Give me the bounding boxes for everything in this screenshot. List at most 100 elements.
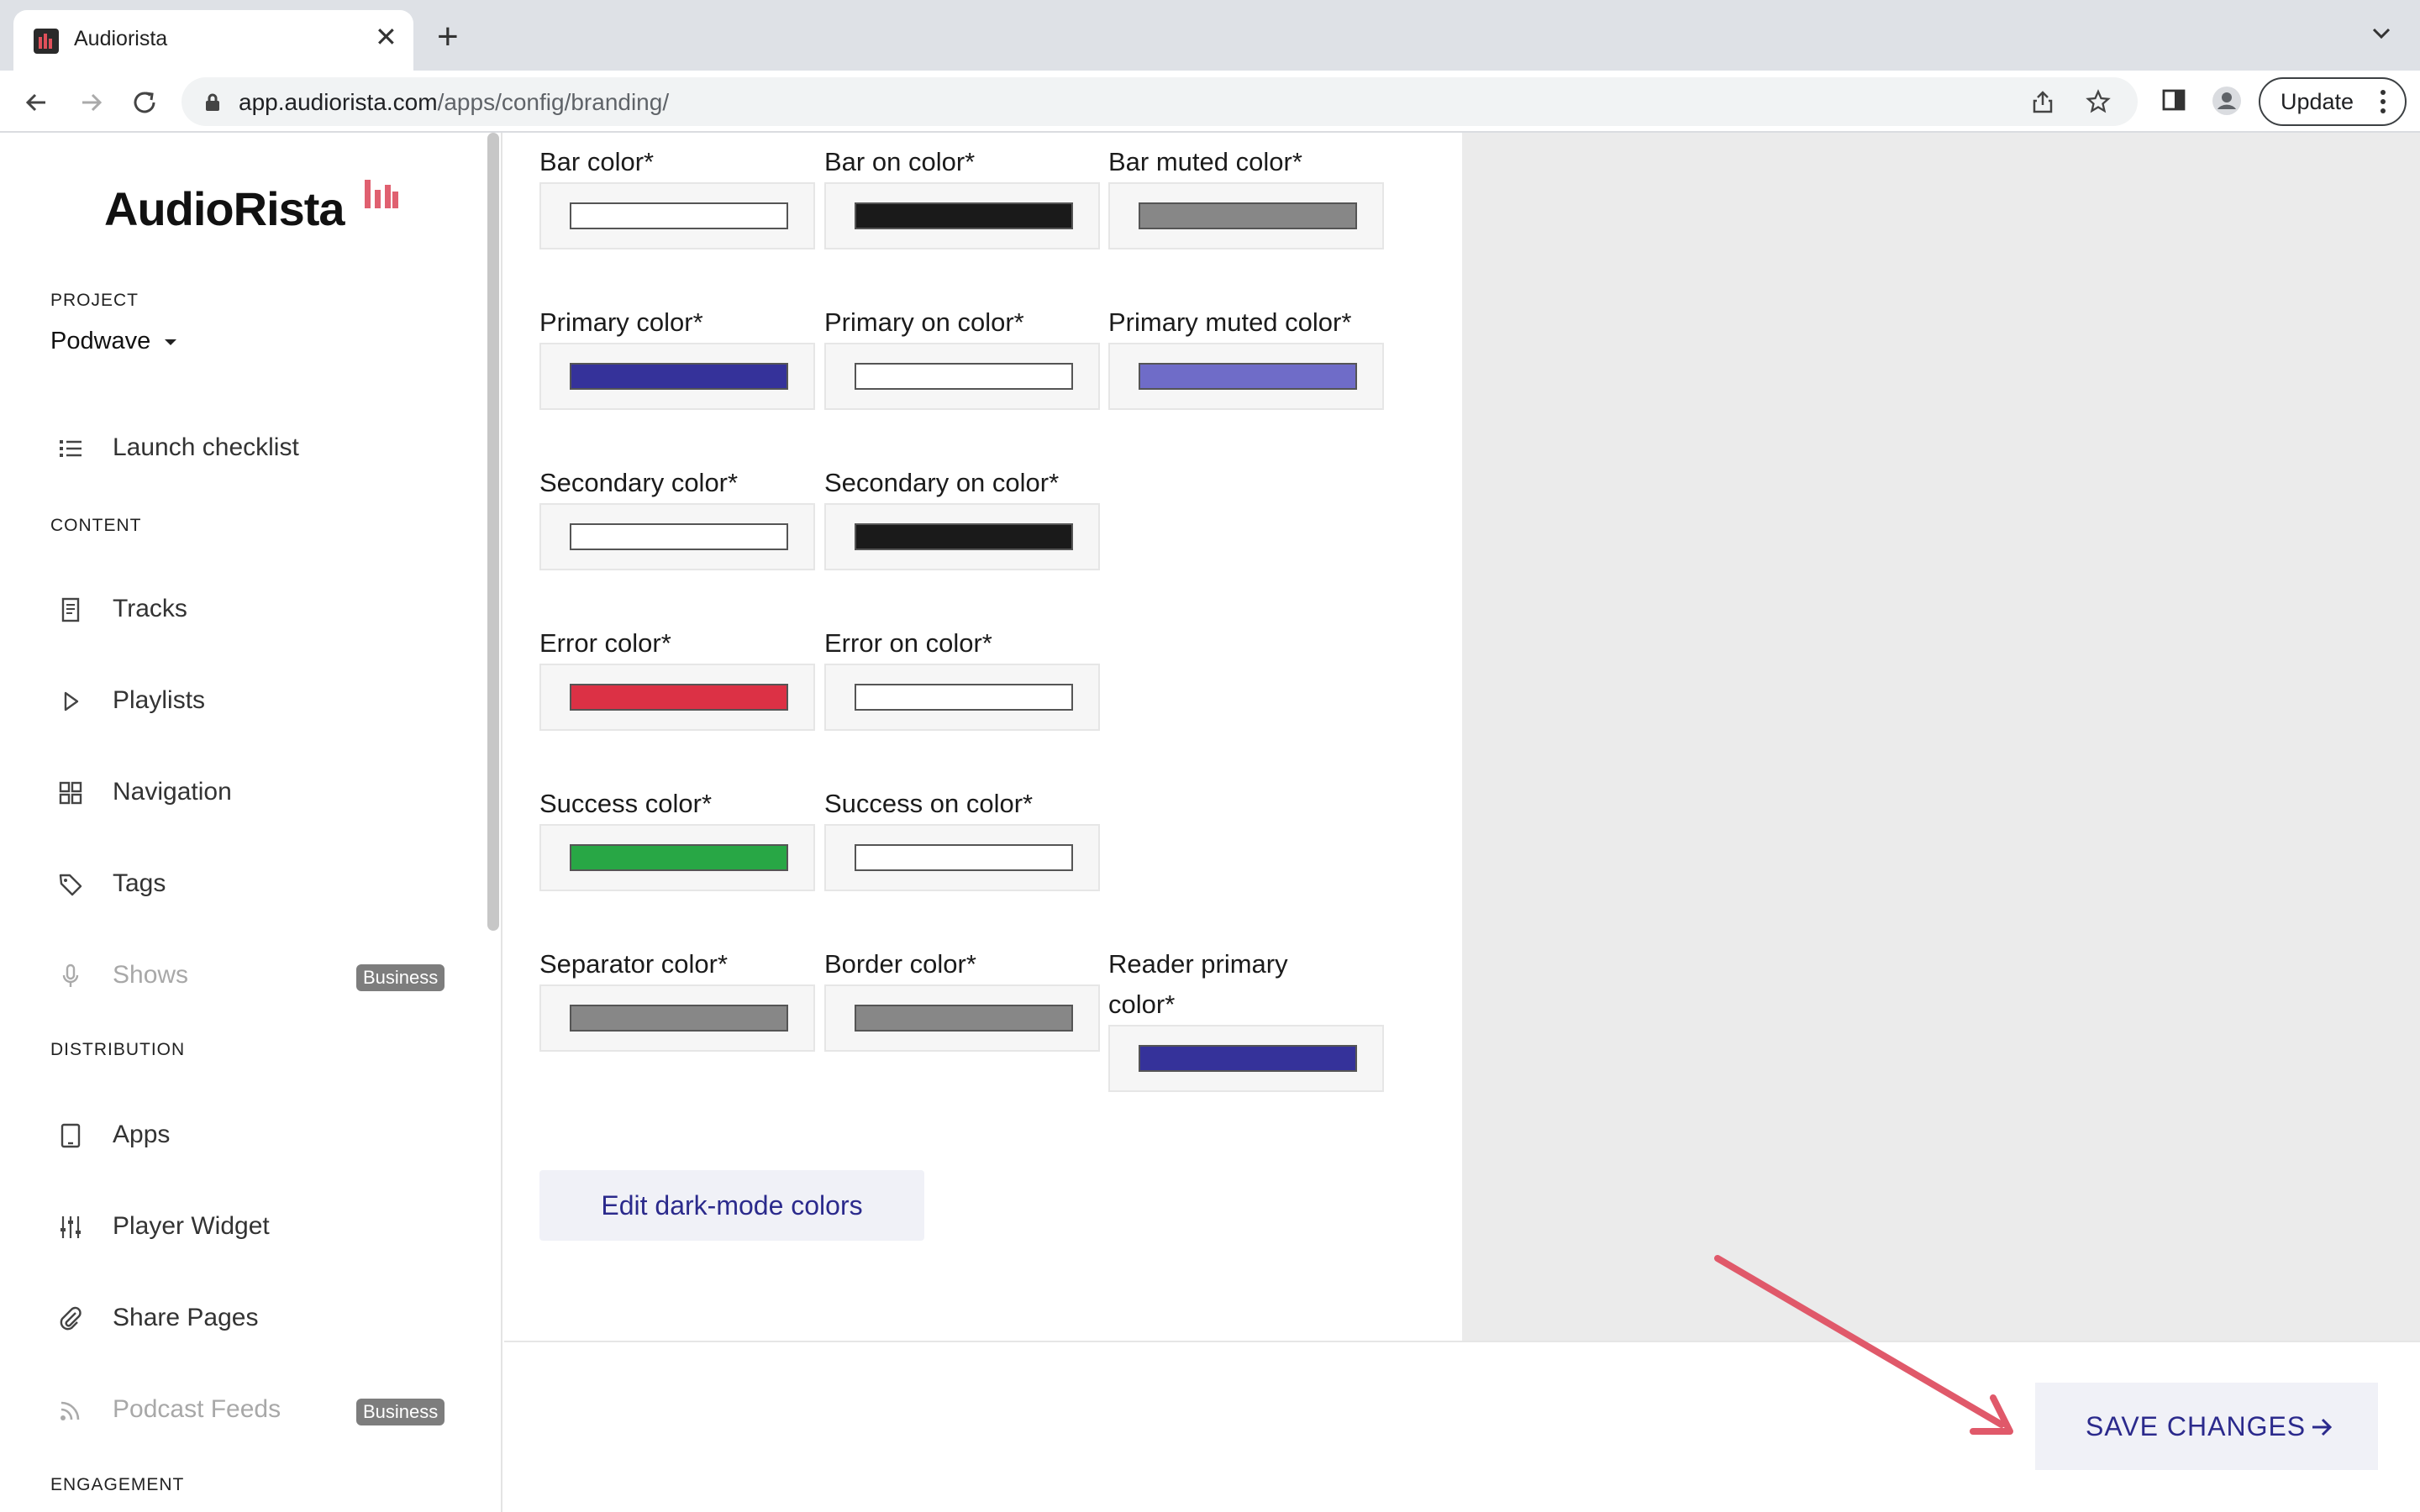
browser-toolbar: app.audiorista.com/apps/config/branding/… — [0, 71, 2420, 133]
separator-color-picker[interactable] — [539, 984, 815, 1052]
arrow-right-icon — [2312, 1418, 2333, 1436]
error-on-color-picker[interactable] — [824, 664, 1100, 731]
microphone-icon — [62, 963, 79, 987]
edit-dark-mode-colors-button[interactable]: Edit dark-mode colors — [539, 1170, 924, 1241]
sidebar-scrollbar[interactable] — [487, 133, 499, 931]
secondary-on-color-picker[interactable] — [824, 503, 1100, 570]
sidebar-item-shows[interactable]: Shows Business — [0, 946, 487, 1005]
bookmark-star-icon[interactable] — [2086, 89, 2111, 114]
sidebar-item-podcast-feeds[interactable]: Podcast Feeds Business — [0, 1380, 487, 1439]
field-label: Bar color* — [539, 147, 655, 176]
url-path: /apps/config/branding/ — [437, 89, 670, 115]
secondary-on-color-field: Secondary on color* — [824, 463, 1102, 570]
success-color-field: Success color* — [539, 784, 817, 891]
bar-color-field: Bar color* — [539, 142, 817, 249]
update-button[interactable]: Update — [2259, 77, 2407, 126]
forward-arrow-icon[interactable] — [74, 86, 108, 119]
success-on-color-picker[interactable] — [824, 824, 1100, 891]
sidebar-item-tags[interactable]: Tags — [0, 854, 487, 913]
success-color-picker[interactable] — [539, 824, 815, 891]
save-changes-label: SAVE CHANGES — [2086, 1410, 2307, 1441]
bar-on-color-field: Bar on color* — [824, 142, 1102, 249]
distribution-section-label: DISTRIBUTION — [50, 1040, 186, 1059]
field-label: Success color* — [539, 789, 713, 818]
field-label: Bar muted color* — [1108, 147, 1302, 176]
tag-icon — [59, 874, 82, 896]
field-label: Primary on color* — [824, 307, 1024, 337]
side-panel-icon[interactable] — [2161, 87, 2186, 113]
color-swatch — [570, 523, 788, 550]
browser-tab[interactable]: Audiorista ✕ — [13, 10, 413, 71]
reader-primary-color-field: Reader primary color* — [1108, 944, 1384, 1092]
color-swatch — [1139, 1045, 1357, 1072]
color-swatch — [855, 363, 1073, 390]
browser-tabstrip: Audiorista ✕ + — [0, 0, 2420, 71]
reader-primary-color-picker[interactable] — [1108, 1025, 1384, 1092]
sidebar-item-tracks[interactable]: Tracks — [0, 580, 487, 638]
sidebar-item-apps[interactable]: Apps — [0, 1105, 487, 1164]
sidebar-item-label: Tags — [113, 869, 166, 897]
tablet-icon — [60, 1123, 81, 1148]
primary-on-color-picker[interactable] — [824, 343, 1100, 410]
profile-avatar-icon[interactable] — [2212, 86, 2242, 116]
sidebar-item-label: Share Pages — [113, 1304, 259, 1331]
separator-color-field: Separator color* — [539, 944, 817, 1052]
field-label: Primary muted color* — [1108, 307, 1352, 337]
error-color-field: Error color* — [539, 623, 817, 731]
reload-icon[interactable] — [128, 86, 161, 119]
paperclip-icon — [60, 1306, 82, 1331]
color-swatch — [570, 363, 788, 390]
sidebar-item-playlists[interactable]: Playlists — [0, 671, 487, 730]
primary-color-picker[interactable] — [539, 343, 815, 410]
color-swatch — [570, 1005, 788, 1032]
share-icon[interactable] — [2030, 89, 2055, 114]
field-label: Border color* — [824, 949, 976, 979]
primary-muted-color-picker[interactable] — [1108, 343, 1384, 410]
sidebar-item-label: Tracks — [113, 595, 187, 622]
sidebar-item-label: Apps — [113, 1121, 171, 1148]
audiorista-logo[interactable]: AudioRista — [104, 181, 345, 236]
tab-title: Audiorista — [74, 27, 168, 50]
sliders-icon — [60, 1216, 81, 1238]
error-on-color-field: Error on color* — [824, 623, 1102, 731]
border-color-picker[interactable] — [824, 984, 1100, 1052]
field-label: Secondary color* — [539, 468, 739, 497]
back-arrow-icon[interactable] — [20, 86, 54, 119]
field-label: Bar on color* — [824, 147, 976, 176]
new-tab-button[interactable]: + — [437, 18, 459, 55]
address-bar[interactable]: app.audiorista.com/apps/config/branding/ — [182, 77, 2138, 126]
bar-muted-color-picker[interactable] — [1108, 182, 1384, 249]
color-swatch — [855, 1005, 1073, 1032]
sidebar-item-label: Player Widget — [113, 1212, 270, 1240]
sidebar-item-navigation[interactable]: Navigation — [0, 763, 487, 822]
field-label: Separator color* — [539, 949, 729, 979]
bar-color-picker[interactable] — [539, 182, 815, 249]
color-swatch — [1139, 202, 1357, 229]
secondary-color-picker[interactable] — [539, 503, 815, 570]
grid-icon — [59, 781, 82, 805]
document-icon — [61, 597, 80, 622]
color-swatch — [570, 684, 788, 711]
color-swatch — [570, 844, 788, 871]
color-swatch — [855, 523, 1073, 550]
sidebar-item-launch-checklist[interactable]: Launch checklist — [0, 418, 487, 477]
logo-bars-icon — [365, 180, 398, 208]
tab-close-icon[interactable]: ✕ — [375, 24, 397, 50]
business-badge: Business — [356, 964, 445, 991]
sidebar-item-label: Podcast Feeds — [113, 1395, 281, 1423]
error-color-picker[interactable] — [539, 664, 815, 731]
bar-on-color-picker[interactable] — [824, 182, 1100, 249]
bar-muted-color-field: Bar muted color* — [1108, 142, 1386, 249]
field-label: Error on color* — [824, 628, 992, 658]
primary-muted-color-field: Primary muted color* — [1108, 302, 1386, 410]
engagement-section-label: ENGAGEMENT — [50, 1475, 185, 1494]
url-text[interactable]: app.audiorista.com/apps/config/branding/ — [239, 89, 669, 116]
play-icon — [64, 691, 79, 711]
sidebar-item-share-pages[interactable]: Share Pages — [0, 1289, 487, 1347]
tab-search-chevron-icon[interactable] — [2370, 22, 2393, 45]
lock-icon[interactable] — [203, 92, 222, 113]
save-changes-button[interactable]: SAVE CHANGES — [2035, 1383, 2378, 1470]
rss-icon — [60, 1401, 80, 1420]
color-swatch — [1139, 363, 1357, 390]
sidebar-item-player-widget[interactable]: Player Widget — [0, 1197, 487, 1256]
